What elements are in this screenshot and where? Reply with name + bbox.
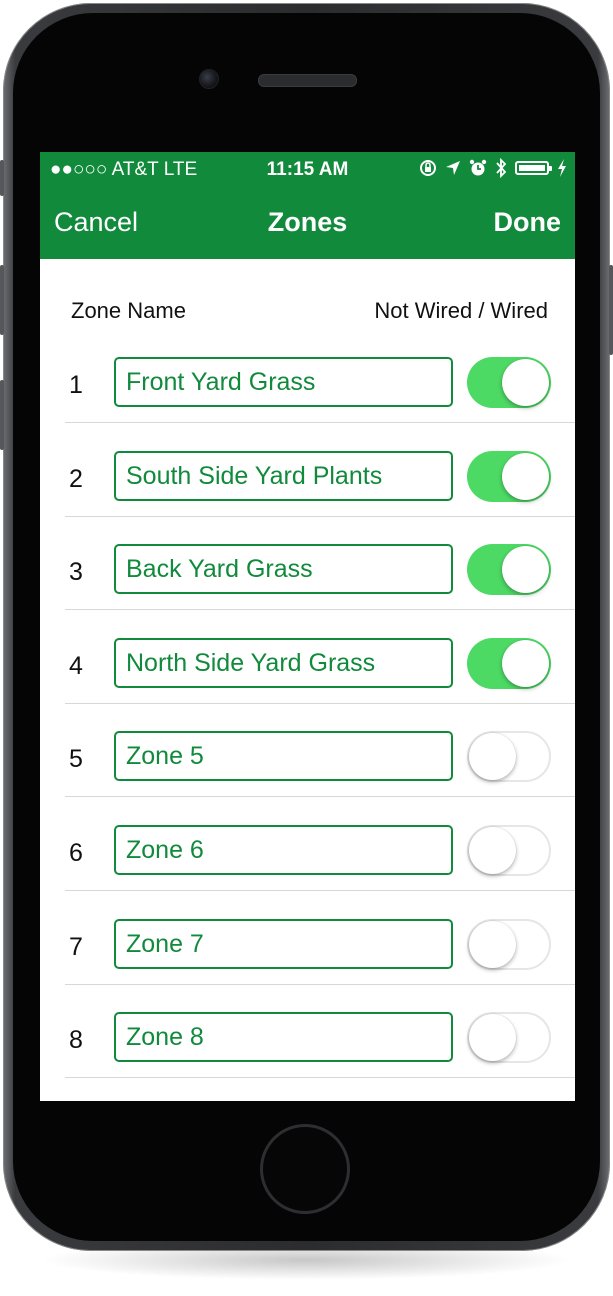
zone-name-input[interactable]: Zone 5 [114,731,453,782]
zone-name-input[interactable]: Zone 6 [114,825,453,875]
zone-row: 1 Front Yard Grass [40,357,575,451]
toggle-knob [469,827,516,874]
app-screen: ●●○○○ AT&T LTE 11:15 AM Cancel Zones Don… [40,152,575,1101]
row-divider [65,702,575,704]
zone-name-input[interactable]: South Side Yard Plants [114,450,453,501]
toggle-knob [469,733,516,781]
row-divider [65,422,575,423]
row-divider [65,609,575,611]
zone-name-column-header: Zone Name [71,298,186,323]
zone-row: 2 South Side Yard Plants [40,450,575,545]
zone-name-input[interactable]: Front Yard Grass [114,357,453,407]
status-bar: ●●○○○ AT&T LTE 11:15 AM [40,152,575,186]
zone-number: 7 [69,932,83,961]
toggle-knob [502,359,549,406]
wired-column-header: Not Wired / Wired [374,298,548,323]
zone-name-input[interactable]: North Side Yard Grass [114,637,453,688]
wired-toggle[interactable] [467,731,551,783]
toggle-knob [469,1014,516,1062]
front-camera [199,69,219,89]
zone-row: 4 North Side Yard Grass [40,637,575,732]
row-divider [65,890,575,891]
row-divider [65,1077,575,1079]
wired-toggle[interactable] [467,357,551,408]
charging-icon [558,159,566,177]
app-header: ●●○○○ AT&T LTE 11:15 AM Cancel Zones Don… [40,152,575,259]
wired-toggle[interactable] [467,450,551,502]
volume-up-button [0,265,4,335]
wired-toggle[interactable] [467,918,551,970]
done-button[interactable]: Done [494,207,562,238]
zone-row: 6 Zone 6 [40,825,575,919]
row-divider [65,796,575,798]
toggle-knob [469,920,516,968]
zone-number: 2 [69,464,83,493]
zone-name-input[interactable]: Zone 7 [114,918,453,969]
zone-number: 6 [69,839,83,867]
location-arrow-icon [446,161,460,175]
power-button [609,265,613,355]
status-icons [419,158,567,178]
zone-number: 3 [69,558,83,587]
mute-switch [0,160,4,196]
zone-row: 8 Zone 8 [40,1012,575,1101]
bluetooth-icon [496,158,507,178]
row-divider [65,983,575,985]
earpiece-speaker [258,74,357,87]
home-button[interactable] [260,1124,350,1214]
zone-number: 4 [69,651,83,680]
zone-number: 1 [69,371,83,399]
zone-row: 3 Back Yard Grass [40,544,575,638]
zone-number: 8 [69,1026,83,1055]
wired-toggle[interactable] [467,825,551,876]
zone-number: 5 [69,745,83,774]
zone-row: 5 Zone 5 [40,731,575,825]
orientation-lock-icon [420,160,436,176]
alarm-icon [469,159,487,176]
toggle-knob [502,452,549,500]
zone-row: 7 Zone 7 [40,918,575,1013]
wired-toggle[interactable] [467,1012,551,1064]
wired-toggle[interactable] [467,544,551,596]
toggle-knob [502,639,549,687]
wired-toggle[interactable] [467,637,551,689]
battery-icon [515,161,552,175]
toggle-knob [502,546,549,594]
zone-name-input[interactable]: Zone 8 [114,1012,453,1063]
row-divider [65,515,575,517]
volume-down-button [0,380,4,450]
zone-name-input[interactable]: Back Yard Grass [114,544,453,595]
